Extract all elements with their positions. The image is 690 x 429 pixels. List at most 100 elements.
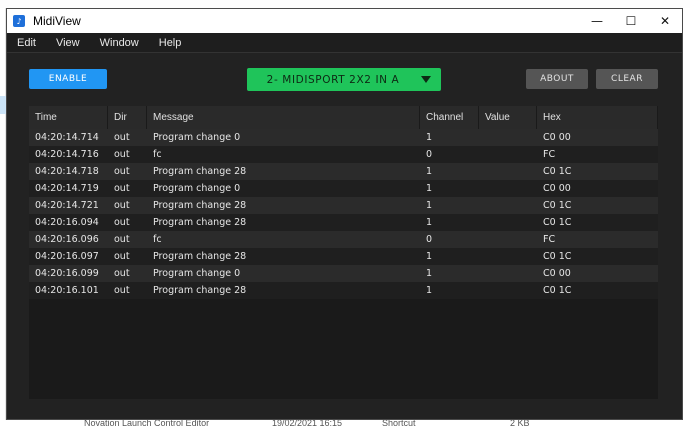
midiview-app-icon: ♪ [13,15,25,27]
cell-dir: out [114,149,130,160]
cell-dir: out [114,166,130,177]
table-row[interactable]: 04:20:14.718 out Program change 28 1 C0 … [29,163,658,180]
window-title: MidiView [33,14,81,28]
cell-channel: 1 [426,268,433,279]
menu-window[interactable]: Window [90,37,149,49]
table-row[interactable]: 04:20:16.099 out Program change 0 1 C0 0… [29,265,658,282]
cell-dir: out [114,183,130,194]
cell-message: Program change 0 [153,183,241,194]
table-row[interactable]: 04:20:16.096 out fc 0 FC [29,231,658,248]
cell-dir: out [114,285,130,296]
cell-time: 04:20:14.714 [35,132,99,143]
cell-dir: out [114,200,130,211]
enable-button[interactable]: ENABLE [29,69,107,89]
column-header-hex[interactable]: Hex [537,106,658,129]
cell-time: 04:20:16.096 [35,234,99,245]
menu-help[interactable]: Help [149,37,192,49]
cell-dir: out [114,234,130,245]
cell-hex: FC [543,149,556,160]
background-explorer-toolbar [0,0,690,8]
about-button[interactable]: ABOUT [526,69,588,89]
cell-message: Program change 28 [153,217,247,228]
cell-message: Program change 28 [153,251,247,262]
midi-message-table: Time Dir Message Channel Value Hex 04:20… [29,106,658,399]
table-row[interactable]: 04:20:14.721 out Program change 28 1 C0 … [29,197,658,214]
window-controls: — ☐ ✕ [580,9,682,33]
midiview-window: ♪ MidiView — ☐ ✕ Edit View Window Help E… [6,8,683,420]
cell-message: Program change 28 [153,166,247,177]
cell-hex: C0 1C [543,217,572,228]
cell-channel: 1 [426,132,433,143]
cell-message: fc [153,149,162,160]
cell-hex: C0 1C [543,200,572,211]
cell-hex: C0 1C [543,166,572,177]
midi-device-label: 2- MIDISPORT 2X2 IN A [266,73,400,86]
cell-channel: 0 [426,149,433,160]
midi-device-dropdown[interactable]: 2- MIDISPORT 2X2 IN A [247,68,441,91]
column-header-value[interactable]: Value [479,106,537,129]
title-bar[interactable]: ♪ MidiView — ☐ ✕ [7,9,682,33]
cell-time: 04:20:14.721 [35,200,99,211]
cell-dir: out [114,217,130,228]
cell-hex: C0 00 [543,183,571,194]
menu-bar: Edit View Window Help [7,33,682,53]
cell-time: 04:20:16.094 [35,217,99,228]
cell-value [479,282,537,299]
cell-channel: 1 [426,200,433,211]
cell-hex: C0 1C [543,285,572,296]
column-header-channel[interactable]: Channel [420,106,479,129]
cell-channel: 1 [426,217,433,228]
cell-hex: FC [543,234,556,245]
table-header: Time Dir Message Channel Value Hex [29,106,658,129]
table-row[interactable]: 04:20:14.716 out fc 0 FC [29,146,658,163]
clear-button[interactable]: CLEAR [596,69,658,89]
cell-value [479,231,537,248]
cell-value [479,180,537,197]
menu-view[interactable]: View [46,37,90,49]
cell-dir: out [114,132,130,143]
column-header-message[interactable]: Message [147,106,420,129]
cell-time: 04:20:16.099 [35,268,99,279]
cell-value [479,129,537,146]
cell-value [479,265,537,282]
cell-channel: 1 [426,285,433,296]
cell-message: Program change 28 [153,200,247,211]
cell-time: 04:20:16.101 [35,285,99,296]
column-header-time[interactable]: Time [29,106,108,129]
cell-channel: 1 [426,183,433,194]
cell-hex: C0 00 [543,132,571,143]
cell-dir: out [114,268,130,279]
chevron-down-icon [421,76,431,83]
table-row[interactable]: 04:20:14.719 out Program change 0 1 C0 0… [29,180,658,197]
cell-message: Program change 0 [153,132,241,143]
cell-value [479,197,537,214]
cell-value [479,248,537,265]
cell-message: Program change 0 [153,268,241,279]
cell-channel: 1 [426,251,433,262]
menu-edit[interactable]: Edit [7,37,46,49]
table-row[interactable]: 04:20:16.101 out Program change 28 1 C0 … [29,282,658,299]
table-row[interactable]: 04:20:16.094 out Program change 28 1 C0 … [29,214,658,231]
column-header-dir[interactable]: Dir [108,106,147,129]
cell-dir: out [114,251,130,262]
cell-hex: C0 1C [543,251,572,262]
cell-channel: 0 [426,234,433,245]
minimize-button[interactable]: — [580,9,614,33]
cell-time: 04:20:14.719 [35,183,99,194]
cell-time: 04:20:16.097 [35,251,99,262]
cell-value [479,146,537,163]
close-button[interactable]: ✕ [648,9,682,33]
maximize-button[interactable]: ☐ [614,9,648,33]
cell-time: 04:20:14.718 [35,166,99,177]
cell-value [479,163,537,180]
cell-channel: 1 [426,166,433,177]
table-row[interactable]: 04:20:16.097 out Program change 28 1 C0 … [29,248,658,265]
cell-message: fc [153,234,162,245]
background-explorer-edge [683,8,690,429]
cell-time: 04:20:14.716 [35,149,99,160]
cell-hex: C0 00 [543,268,571,279]
cell-value [479,214,537,231]
table-body: 04:20:14.714 out Program change 0 1 C0 0… [29,129,658,299]
table-row[interactable]: 04:20:14.714 out Program change 0 1 C0 0… [29,129,658,146]
cell-message: Program change 28 [153,285,247,296]
